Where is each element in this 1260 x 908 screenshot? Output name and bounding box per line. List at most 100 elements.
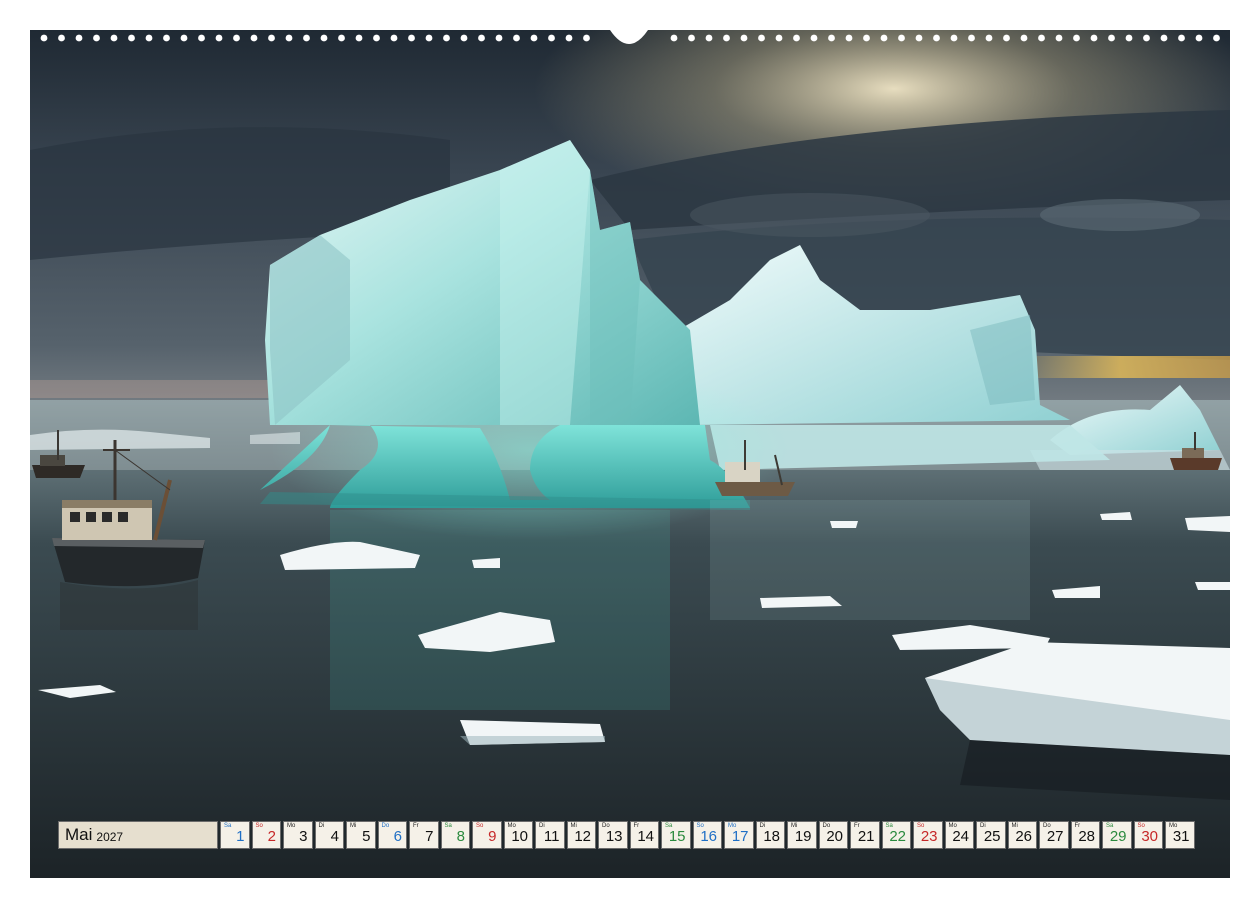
day-number: 26 (1015, 828, 1032, 845)
binding-hole (985, 34, 993, 42)
binding-hole (1055, 34, 1063, 42)
day-number: 9 (488, 828, 497, 845)
binding-hole (180, 34, 188, 42)
binding-hole (373, 34, 380, 42)
binding-hole (268, 34, 275, 42)
day-cell: Mi 12 (566, 821, 596, 849)
day-cell: So 2 (251, 821, 281, 849)
binding-hole (688, 34, 695, 42)
day-number: 2 (267, 828, 276, 845)
day-cell: Mi 26 (1007, 821, 1037, 849)
binding-hole (198, 34, 205, 42)
binding-hole (1125, 34, 1133, 42)
day-number: 31 (1172, 828, 1190, 845)
month-label: Mai 2027 (58, 821, 218, 849)
day-cell: Mo 10 (503, 821, 533, 849)
day-cell: Di 11 (535, 821, 565, 849)
iceberg-scene (30, 30, 1230, 878)
day-number: 15 (668, 828, 686, 845)
day-number: 11 (543, 828, 560, 845)
day-number: 16 (700, 828, 717, 845)
day-number: 24 (952, 828, 969, 845)
binding-hole (1090, 34, 1098, 42)
binding-hole (1020, 34, 1028, 42)
binding-hole (565, 34, 573, 42)
calendar-strip: Mai 2027 Sa 1 So 2 Mo 3 Di 4 Mi 5 Do 6 Fr 7 Sa 8 So 9 Mo 10… (58, 821, 1204, 851)
binding-hole (740, 34, 748, 42)
day-cell: So 30 (1133, 821, 1163, 849)
binding-hole (338, 34, 345, 42)
day-cell: Sa 29 (1102, 821, 1132, 849)
binding-hole (810, 34, 818, 42)
day-cell: So 16 (692, 821, 722, 849)
weekday-label: So (476, 823, 484, 829)
binding-hole (513, 34, 520, 42)
day-cell: Sa 8 (440, 821, 470, 849)
weekday-label: Sa (444, 823, 452, 829)
day-cell: Fr 14 (629, 821, 659, 849)
day-number: 8 (456, 828, 465, 845)
day-number: 28 (1078, 828, 1095, 845)
binding-hole (915, 34, 923, 42)
binding-hole (933, 34, 940, 42)
binding-hole (863, 34, 870, 42)
binding-hole (758, 34, 765, 42)
binding-hole (233, 34, 240, 42)
day-cell: So 9 (472, 821, 502, 849)
binding-hole (898, 34, 905, 42)
weekday-label: Mi (350, 823, 357, 829)
binding-hole (443, 34, 450, 42)
day-cell: Sa 22 (881, 821, 911, 849)
binding-hole (163, 34, 170, 42)
hanger-notch (610, 30, 648, 44)
binding-hole (93, 34, 100, 42)
day-cell: Do 13 (598, 821, 628, 849)
binding-hole (1213, 34, 1220, 42)
binding-hole (1003, 34, 1010, 42)
binding-hole (845, 34, 853, 42)
day-cells: Sa 1 So 2 Mo 3 Di 4 Mi 5 Do 6 Fr 7 Sa 8 So 9 Mo 10 Di 11 Mi 12 D… (220, 821, 1195, 851)
day-cell: Mo 24 (944, 821, 974, 849)
wire-binding (30, 30, 1230, 46)
day-number: 23 (920, 828, 938, 845)
binding-hole (705, 34, 713, 42)
binding-hole (408, 34, 415, 42)
day-number: 18 (763, 828, 780, 845)
binding-hole (828, 34, 835, 42)
day-number: 22 (889, 828, 906, 845)
day-cell: Mo 3 (283, 821, 313, 849)
day-cell: Mo 17 (724, 821, 754, 849)
day-cell: Sa 1 (220, 821, 250, 849)
day-cell: Mo 31 (1165, 821, 1195, 849)
day-number: 21 (857, 828, 875, 845)
binding-hole (75, 34, 83, 42)
binding-hole (495, 34, 503, 42)
day-number: 7 (425, 828, 434, 845)
binding-hole (390, 34, 398, 42)
day-cell: Mi 5 (346, 821, 376, 849)
weekday-label: Fr (413, 823, 419, 829)
binding-hole (968, 34, 975, 42)
binding-hole (58, 34, 65, 42)
day-number: 20 (826, 828, 843, 845)
day-cell: Di 25 (976, 821, 1006, 849)
day-number: 12 (574, 828, 591, 845)
day-cell: Di 4 (314, 821, 344, 849)
day-cell: Fr 7 (409, 821, 439, 849)
month-year: 2027 (96, 829, 124, 844)
day-number: 29 (1109, 828, 1127, 845)
binding-hole (583, 34, 590, 42)
binding-hole (40, 34, 48, 42)
calendar-photo (30, 30, 1230, 878)
day-number: 6 (393, 828, 402, 845)
day-cell: Fr 28 (1070, 821, 1100, 849)
day-cell: Do 20 (818, 821, 848, 849)
binding-hole (460, 34, 468, 42)
binding-hole (425, 34, 433, 42)
day-number: 4 (330, 828, 339, 845)
binding-hole (145, 34, 153, 42)
day-number: 19 (794, 828, 812, 845)
weekday-label: Do (381, 823, 390, 829)
binding-hole (1073, 34, 1080, 42)
binding-hole (1160, 34, 1168, 42)
